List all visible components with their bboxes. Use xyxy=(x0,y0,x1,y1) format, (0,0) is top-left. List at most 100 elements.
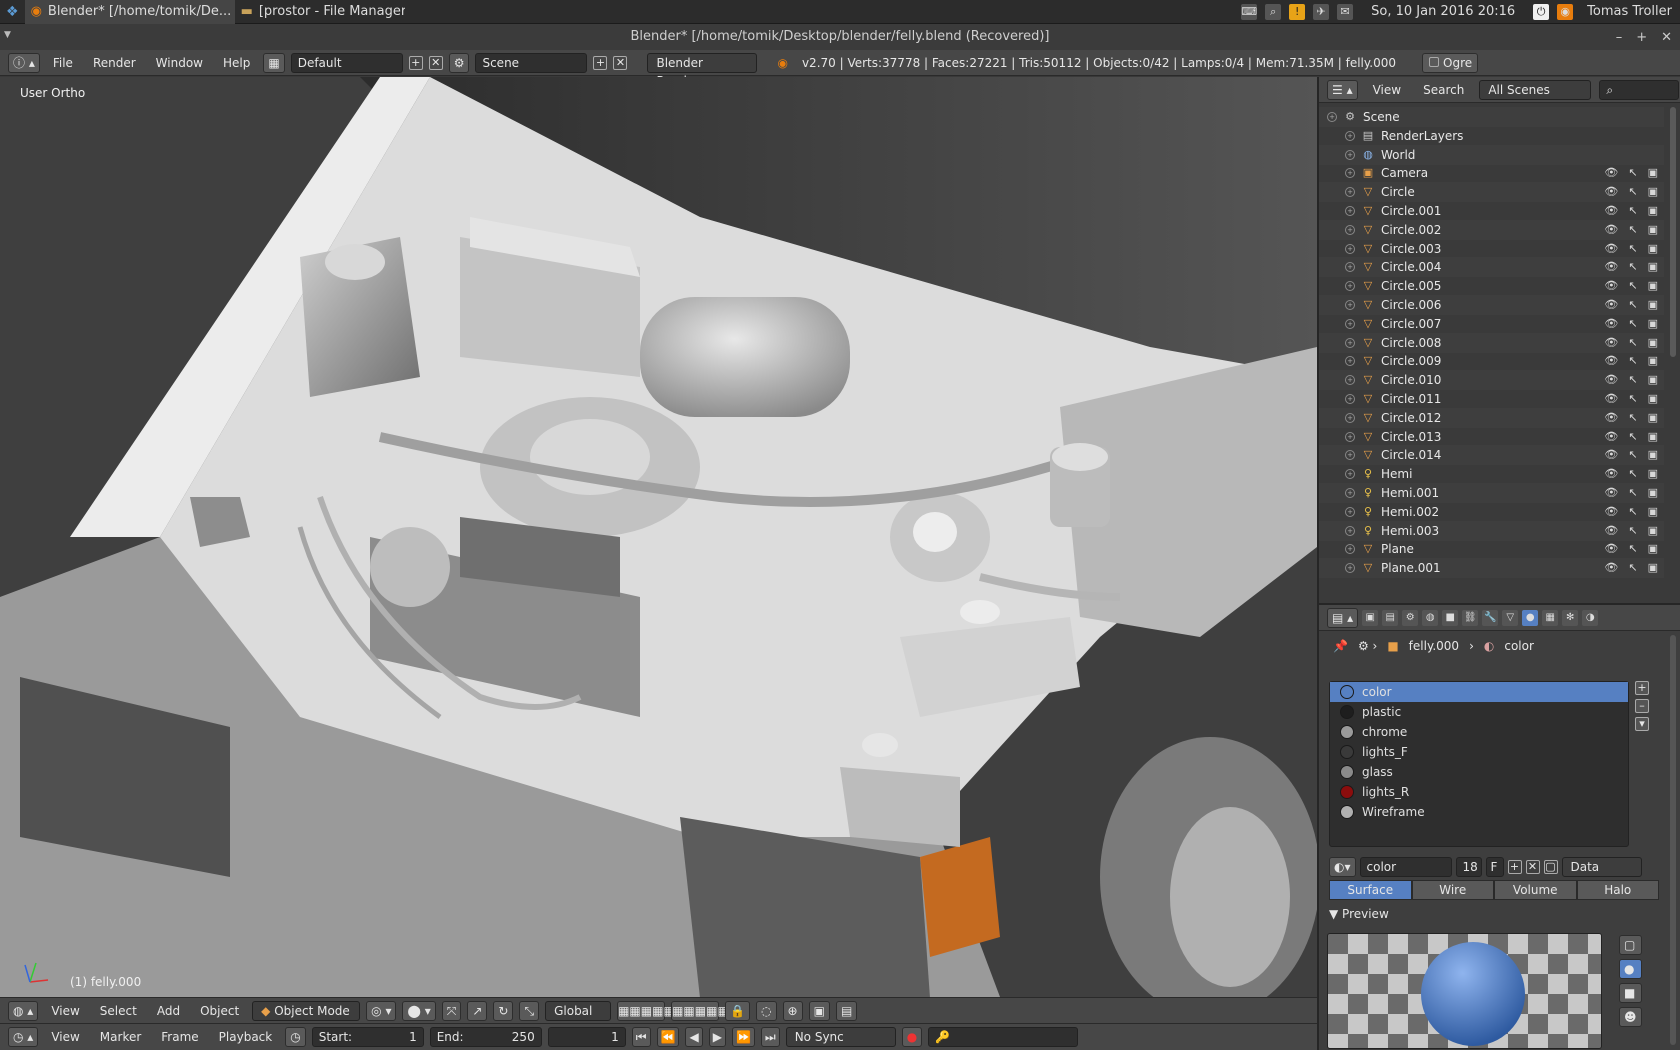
renderability-camera-icon[interactable]: ▣ xyxy=(1648,539,1658,559)
expand-icon[interactable]: + xyxy=(1345,187,1355,198)
menu-view[interactable]: View xyxy=(44,1004,86,1018)
material-slot[interactable]: Wireframe xyxy=(1330,802,1628,822)
clock[interactable]: So, 10 Jan 2016 20:16 xyxy=(1371,4,1515,19)
material-slot[interactable]: chrome xyxy=(1330,722,1628,742)
visibility-eye-icon[interactable]: 👁 xyxy=(1604,257,1618,277)
browse-material-icon[interactable]: ◐▾ xyxy=(1329,857,1356,877)
screen-layout-field[interactable]: Default xyxy=(290,52,403,73)
expand-icon[interactable]: + xyxy=(1345,488,1355,498)
outliner-row[interactable]: + ▽ Plane.001 👁 ↖ ▣ xyxy=(1319,558,1664,579)
outliner-row[interactable]: + ▽ Circle.006 👁 ↖ ▣ xyxy=(1319,295,1664,315)
renderability-camera-icon[interactable]: ▣ xyxy=(1648,483,1658,503)
power-icon[interactable]: ⏻ xyxy=(1533,3,1550,20)
new-material-icon[interactable]: + xyxy=(1507,860,1522,874)
selectability-cursor-icon[interactable]: ↖ xyxy=(1628,408,1637,428)
maximize-icon[interactable]: + xyxy=(1636,30,1647,45)
outliner-row[interactable]: + ▣ Camera 👁 ↖ ▣ xyxy=(1319,163,1664,183)
add-slot-icon[interactable]: + xyxy=(1635,681,1649,695)
renderability-camera-icon[interactable]: ▣ xyxy=(1648,201,1658,221)
selectability-cursor-icon[interactable]: ↖ xyxy=(1628,464,1637,484)
outliner-row[interactable]: + ▽ Circle.004 👁 ↖ ▣ xyxy=(1319,257,1664,278)
visibility-eye-icon[interactable]: 👁 xyxy=(1604,333,1618,353)
render-preview-icon[interactable]: ▣ xyxy=(808,1000,830,1021)
expand-icon[interactable]: + xyxy=(1345,450,1355,461)
add-layout-icon[interactable]: + xyxy=(408,55,423,70)
selectability-cursor-icon[interactable]: ↖ xyxy=(1628,276,1637,296)
outliner-row[interactable]: + ⚙ Scene xyxy=(1319,107,1664,127)
material-slot[interactable]: glass xyxy=(1330,762,1628,782)
outliner-row[interactable]: + ▽ Circle.012 👁 ↖ ▣ xyxy=(1319,407,1664,428)
render-layers-tab-icon[interactable]: ▤ xyxy=(1382,609,1399,626)
snap-icon[interactable]: ⊕ xyxy=(782,1000,803,1021)
mode-dropdown[interactable]: ◆ Object Mode xyxy=(252,1000,361,1021)
selectability-cursor-icon[interactable]: ↖ xyxy=(1628,427,1637,447)
renderability-camera-icon[interactable]: ▣ xyxy=(1648,521,1658,541)
preview-sphere-icon[interactable]: ● xyxy=(1619,959,1642,979)
app-menu-button[interactable]: ❖ xyxy=(0,0,25,24)
copy-material-icon[interactable]: ▢ xyxy=(1543,860,1558,874)
outliner-row[interactable]: + ◍ World xyxy=(1319,144,1664,165)
lock-camera-icon[interactable]: 🔒 xyxy=(725,1000,751,1021)
selectability-cursor-icon[interactable]: ↖ xyxy=(1628,182,1637,202)
selectability-cursor-icon[interactable]: ↖ xyxy=(1628,351,1637,371)
warning-icon[interactable]: ! xyxy=(1289,3,1306,20)
expand-icon[interactable]: + xyxy=(1345,469,1355,480)
visibility-eye-icon[interactable]: 👁 xyxy=(1604,182,1618,202)
outliner-scrollbar[interactable] xyxy=(1670,107,1676,357)
end-frame-field[interactable]: End: 250 xyxy=(429,1027,542,1047)
screen-layout-icon[interactable]: ▦ xyxy=(263,52,285,73)
selectability-cursor-icon[interactable]: ↖ xyxy=(1628,295,1637,315)
outliner-row[interactable]: + ▽ Circle.009 👁 ↖ ▣ xyxy=(1319,351,1664,371)
outliner-row[interactable]: + ▽ Circle.005 👁 ↖ ▣ xyxy=(1319,276,1664,296)
menu-file[interactable]: File xyxy=(46,56,80,70)
remove-layout-icon[interactable]: ✕ xyxy=(428,55,443,70)
menu-object[interactable]: Object xyxy=(193,1004,246,1018)
manipulator-button[interactable]: ⤧ xyxy=(441,1000,462,1021)
visibility-eye-icon[interactable]: 👁 xyxy=(1604,201,1618,221)
remove-slot-icon[interactable]: – xyxy=(1635,699,1649,713)
expand-icon[interactable]: + xyxy=(1345,375,1355,386)
visibility-eye-icon[interactable]: 👁 xyxy=(1604,239,1618,259)
outliner-row[interactable]: + ▽ Circle 👁 ↖ ▣ xyxy=(1319,182,1664,203)
material-tab-icon[interactable]: ● xyxy=(1522,609,1539,626)
visibility-eye-icon[interactable]: 👁 xyxy=(1604,351,1618,371)
expand-icon[interactable]: + xyxy=(1345,300,1355,310)
outliner-row[interactable]: + ♀ Hemi.002 👁 ↖ ▣ xyxy=(1319,502,1664,522)
preview-range-icon[interactable]: ◷ xyxy=(285,1027,306,1047)
expand-icon[interactable]: + xyxy=(1345,243,1355,254)
shading-tab-volume[interactable]: Volume xyxy=(1494,880,1577,900)
renderability-camera-icon[interactable]: ▣ xyxy=(1648,370,1658,390)
shading-tab-wire[interactable]: Wire xyxy=(1411,880,1494,900)
record-icon[interactable]: ● xyxy=(901,1027,923,1047)
material-slot[interactable]: color xyxy=(1330,682,1628,702)
scale-icon[interactable]: ⤡ xyxy=(519,1000,540,1021)
renderability-camera-icon[interactable]: ▣ xyxy=(1648,182,1658,202)
remove-scene-icon[interactable]: ✕ xyxy=(613,55,628,70)
particles-tab-icon[interactable]: ✻ xyxy=(1562,609,1579,626)
editor-type-outliner-button[interactable]: ☰ ▴ xyxy=(1327,79,1358,100)
modifiers-tab-icon[interactable]: 🔧 xyxy=(1482,609,1499,626)
selectability-cursor-icon[interactable]: ↖ xyxy=(1628,257,1637,277)
texture-tab-icon[interactable]: ▦ xyxy=(1542,609,1559,626)
expand-icon[interactable]: + xyxy=(1327,112,1337,122)
renderability-camera-icon[interactable]: ▣ xyxy=(1648,558,1658,578)
outliner-row[interactable]: + ▽ Circle.002 👁 ↖ ▣ xyxy=(1319,219,1664,240)
selectability-cursor-icon[interactable]: ↖ xyxy=(1628,163,1637,183)
menu-add[interactable]: Add xyxy=(150,1004,187,1018)
renderability-camera-icon[interactable]: ▣ xyxy=(1648,502,1658,522)
jump-keyframe-forward-icon[interactable]: ⏩ xyxy=(731,1027,755,1047)
network-icon[interactable]: ✈ xyxy=(1313,3,1330,20)
outliner-row[interactable]: + ▽ Plane 👁 ↖ ▣ xyxy=(1319,539,1664,559)
expand-icon[interactable]: + xyxy=(1345,130,1355,141)
start-frame-field[interactable]: Start: 1 xyxy=(311,1027,424,1047)
taskbar-item-file-manager[interactable]: ▬ [prostor - File Manager] xyxy=(235,0,405,24)
menu-timeline-view[interactable]: View xyxy=(44,1030,86,1044)
expand-icon[interactable]: + xyxy=(1345,525,1355,536)
visibility-eye-icon[interactable]: 👁 xyxy=(1604,558,1618,578)
outliner-row[interactable]: + ▽ Circle.003 👁 ↖ ▣ xyxy=(1319,239,1664,259)
selectability-cursor-icon[interactable]: ↖ xyxy=(1628,521,1637,541)
renderability-camera-icon[interactable]: ▣ xyxy=(1648,239,1658,259)
expand-icon[interactable]: + xyxy=(1345,149,1355,160)
selectability-cursor-icon[interactable]: ↖ xyxy=(1628,314,1637,334)
renderability-camera-icon[interactable]: ▣ xyxy=(1648,408,1658,428)
